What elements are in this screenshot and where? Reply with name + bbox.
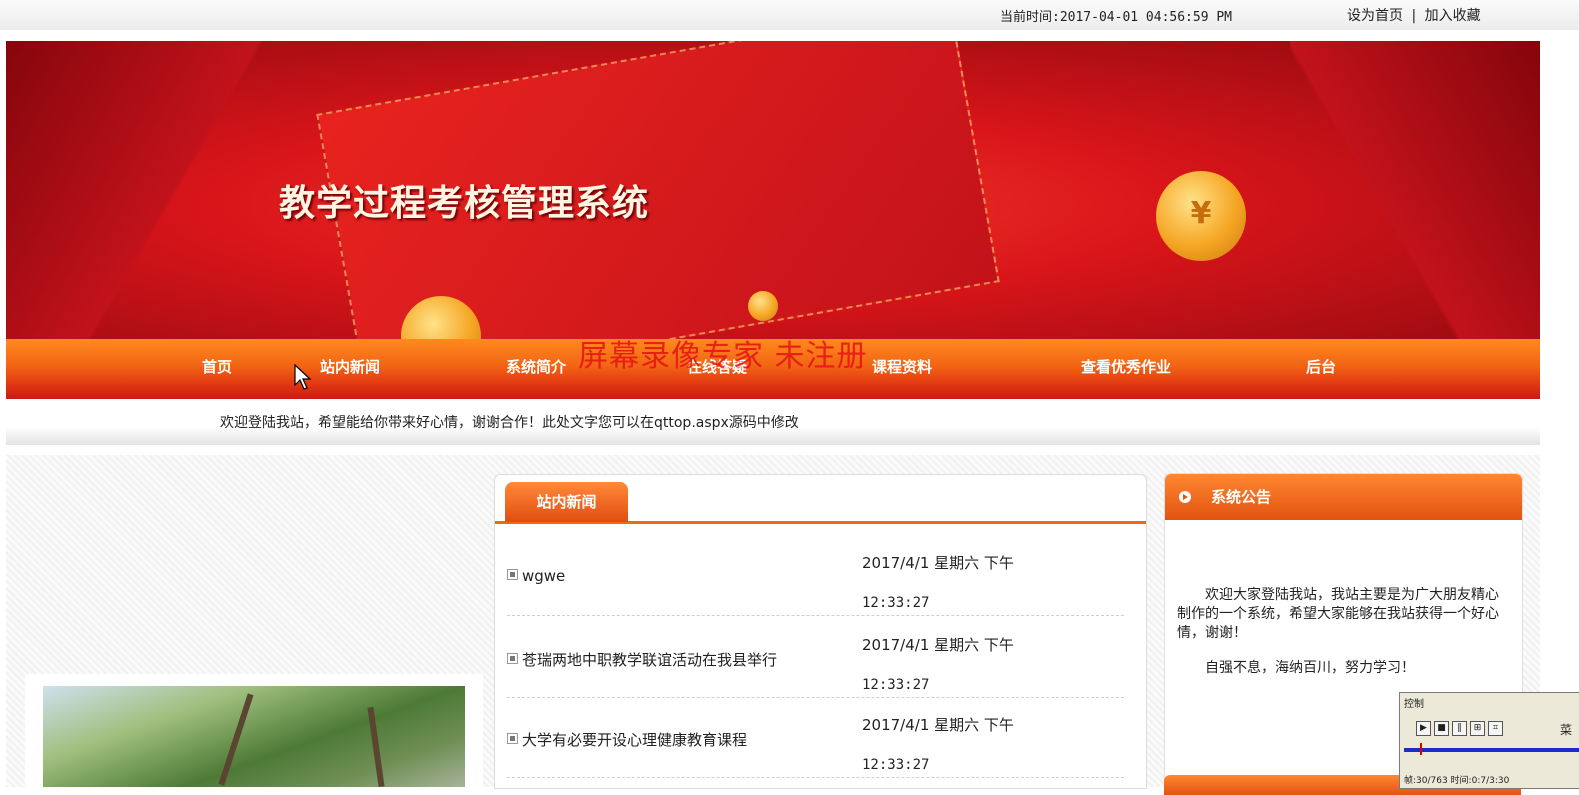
curtain-left-decoration	[6, 41, 266, 339]
mouse-cursor-icon	[294, 364, 312, 390]
notice-paragraph: 自强不息，海纳百川，努力学习！	[1205, 660, 1415, 676]
news-panel: 站内新闻 wgwe 2017/4/1 星期六 下午 12:33:27 苍瑞两地中…	[494, 474, 1147, 789]
recorder-menu[interactable]: 菜	[1560, 721, 1572, 738]
recorder-progress-marker[interactable]	[1420, 743, 1422, 755]
fullscreen-icon[interactable]: ⌗	[1488, 721, 1503, 736]
recorder-status: 帧:30/763 时间:0:7/3:30	[1404, 776, 1510, 786]
news-row: 大学有必要开设心理健康教育课程 2017/4/1 星期六 下午 12:33:27	[507, 697, 1124, 778]
news-date: 2017/4/1 星期六 下午 12:33:27	[862, 554, 1014, 611]
news-title-link[interactable]: wgwe	[507, 567, 565, 585]
header-banner: ¥ 教学过程考核管理系统	[6, 41, 1540, 339]
nav-admin[interactable]: 后台	[1306, 356, 1336, 377]
set-homepage-link[interactable]: 设为首页	[1347, 8, 1403, 24]
news-tab-bar: 站内新闻	[495, 475, 1146, 524]
news-date: 2017/4/1 星期六 下午 12:33:27	[862, 636, 1014, 693]
tree-trunk-decoration	[367, 706, 385, 788]
notice-body: 欢迎大家登陆我站，我站主要是为广大朋友精心制作的一个系统，希望大家能够在我站获得…	[1177, 586, 1507, 694]
notice-title: 系统公告	[1211, 488, 1272, 506]
recorder-watermark: 屏幕录像专家 未注册	[578, 339, 868, 374]
add-favorite-link[interactable]: 加入收藏	[1425, 8, 1481, 24]
bullet-icon	[507, 569, 518, 580]
notice-paragraph: 欢迎大家登陆我站，我站主要是为广大朋友精心制作的一个系统，希望大家能够在我站获得…	[1177, 587, 1499, 641]
tree-trunk-decoration	[218, 693, 254, 786]
gold-coin-icon: ¥	[1156, 171, 1246, 261]
news-title-link[interactable]: 苍瑞两地中职教学联谊活动在我县举行	[507, 649, 777, 670]
welcome-marquee: 欢迎登陆我站，希望能给你带来好心情，谢谢合作！此处文字您可以在qttop.asp…	[6, 405, 1540, 445]
nav-course-materials[interactable]: 课程资料	[872, 356, 932, 377]
recorder-control-window[interactable]: 控制 ▶ ■ ‖ ⊞ ⌗ 菜 帧:30/763 时间:0:7/3:30	[1399, 692, 1579, 789]
recorder-progress-track[interactable]	[1404, 748, 1579, 752]
nav-excellent-homework[interactable]: 查看优秀作业	[1081, 356, 1171, 377]
nav-home[interactable]: 首页	[202, 356, 232, 377]
top-links: 设为首页 | 加入收藏	[1347, 5, 1481, 25]
arrow-circle-icon	[1179, 491, 1191, 503]
bullet-icon	[507, 733, 518, 744]
stop-icon[interactable]: ■	[1434, 721, 1449, 736]
notice-header: 系统公告	[1165, 474, 1522, 520]
campus-photo[interactable]	[43, 686, 465, 788]
pause-icon[interactable]: ‖	[1452, 721, 1467, 736]
nav-news[interactable]: 站内新闻	[320, 356, 380, 377]
site-title: 教学过程考核管理系统	[279, 182, 650, 224]
top-bar: 当前时间:2017-04-01 04:56:59 PM 设为首页 | 加入收藏	[0, 0, 1579, 30]
news-date: 2017/4/1 星期六 下午 12:33:27	[862, 716, 1014, 773]
play-icon[interactable]: ▶	[1416, 721, 1431, 736]
news-row: 苍瑞两地中职教学联谊活动在我县举行 2017/4/1 星期六 下午 12:33:…	[507, 617, 1124, 698]
bullet-icon	[507, 653, 518, 664]
nav-system-intro[interactable]: 系统简介	[506, 356, 566, 377]
news-row: wgwe 2017/4/1 星期六 下午 12:33:27	[507, 535, 1124, 616]
news-title-link[interactable]: 大学有必要开设心理健康教育课程	[507, 729, 747, 750]
fit-window-icon[interactable]: ⊞	[1470, 721, 1485, 736]
recorder-buttons: ▶ ■ ‖ ⊞ ⌗	[1416, 721, 1506, 736]
link-separator: |	[1411, 8, 1417, 24]
recorder-title: 控制	[1404, 699, 1424, 710]
curtain-right-decoration	[1290, 41, 1540, 339]
welcome-text: 欢迎登陆我站，希望能给你带来好心情，谢谢合作！此处文字您可以在qttop.asp…	[220, 415, 799, 431]
current-time: 当前时间:2017-04-01 04:56:59 PM	[1000, 10, 1233, 25]
glow-spark-decoration	[748, 291, 778, 321]
tab-site-news[interactable]: 站内新闻	[505, 482, 628, 522]
